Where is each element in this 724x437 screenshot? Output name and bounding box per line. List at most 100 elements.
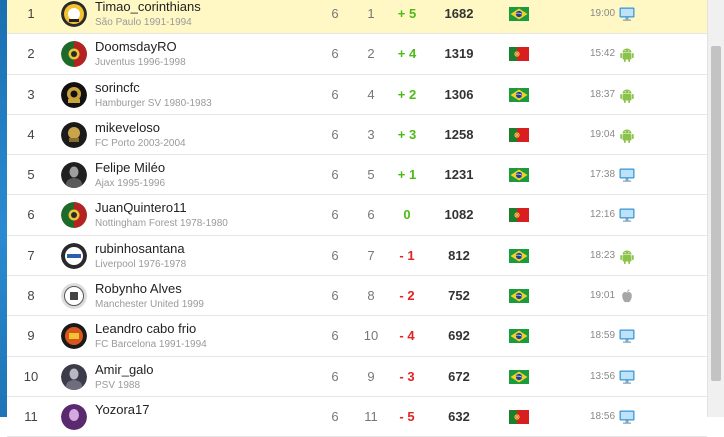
points: 1319 [444,46,474,62]
ranking-row-9[interactable]: 9 Leandro cabo frio FC Barcelona 1991-19… [7,316,707,357]
club-season: Hamburger SV 1980-1983 [95,97,212,109]
brazil-flag-icon [509,7,529,21]
desktop-icon [618,166,636,184]
position-change: - 4 [399,328,415,344]
rank-number: 5 [27,167,35,183]
last-seen-time: 12:16 [590,209,616,221]
position-value: 7 [367,247,375,263]
position-value: 2 [367,46,375,62]
ranking-row-3[interactable]: 3 sorincfc Hamburger SV 1980-1983 6 4 + … [7,75,707,115]
points: 692 [448,328,470,344]
player-name[interactable]: Amir_galo [95,362,154,377]
desktop-icon [618,206,636,224]
club-season: Ajax 1995-1996 [95,178,166,190]
games-played: 6 [331,86,339,102]
ranking-row-8[interactable]: 8 Robynho Alves Manchester United 1999 6… [7,276,707,317]
club-season: FC Porto 2003-2004 [95,137,186,149]
player-name[interactable]: Timao_corinthians [95,0,201,14]
last-seen-time: 13:56 [590,370,616,382]
ranking-row-4[interactable]: 4 mikeveloso FC Porto 2003-2004 6 3 + 3 … [7,115,707,156]
page-background-edge [0,0,7,417]
player-name[interactable]: rubinhosantana [95,241,185,256]
position-value: 9 [367,368,375,384]
points: 1231 [444,167,474,183]
player-name[interactable]: Robynho Alves [95,281,182,296]
ranking-row-1[interactable]: 1 Timao_corinthians São Paulo 1991-1994 … [7,0,707,35]
portugal-flag-icon [509,127,529,142]
android-icon [618,126,636,144]
position-change: 0 [403,207,411,223]
desktop-icon [618,368,636,386]
rank-number: 7 [27,247,35,263]
club-season: Juventus 1996-1998 [95,57,186,69]
position-value: 4 [367,86,375,102]
avatar[interactable] [61,283,87,310]
desktop-icon [618,5,636,23]
games-played: 6 [331,288,339,304]
brazil-flag-icon [509,168,529,183]
last-seen-time: 18:59 [590,330,616,342]
last-seen-time: 15:42 [590,48,616,60]
brazil-flag-icon [509,369,529,384]
rank-number: 8 [27,288,35,304]
avatar[interactable] [61,162,87,189]
brazil-flag-icon [509,248,529,263]
avatar[interactable] [61,363,87,390]
position-change: + 5 [397,6,417,21]
avatar[interactable] [61,1,87,27]
last-seen-time: 19:00 [590,8,616,19]
player-name[interactable]: Felipe Miléo [95,160,165,175]
position-value: 1 [367,6,375,21]
games-played: 6 [331,46,339,62]
ranking-row-6[interactable]: 6 JuanQuintero11 Nottingham Forest 1978-… [7,195,707,236]
android-icon [618,86,636,104]
apple-icon [618,287,636,305]
games-played: 6 [331,207,339,223]
club-season: FC Barcelona 1991-1994 [95,339,207,351]
scrollbar-thumb[interactable] [711,46,721,381]
avatar[interactable] [61,323,87,350]
avatar[interactable] [61,81,87,108]
rank-number: 2 [27,46,35,62]
position-change: - 1 [399,247,415,263]
avatar[interactable] [61,202,87,229]
position-change: + 2 [397,86,417,102]
player-name[interactable]: JuanQuintero11 [95,200,187,215]
position-value: 6 [367,207,375,223]
games-played: 6 [331,6,339,21]
brazil-flag-icon [509,329,529,344]
ranking-row-5[interactable]: 5 Felipe Miléo Ajax 1995-1996 6 5 + 1 12… [7,155,707,196]
position-change: + 1 [397,167,417,183]
rank-number: 10 [23,368,39,384]
rank-number: 1 [27,6,35,21]
last-seen-time: 19:01 [590,290,616,302]
position-value: 8 [367,288,375,304]
ranking-row-2[interactable]: 2 DoomsdayRO Juventus 1996-1998 6 2 + 4 … [7,34,707,75]
position-change: - 3 [399,368,415,384]
player-name[interactable]: Leandro cabo frio [95,321,196,336]
player-name[interactable]: Yozora17 [95,402,149,417]
points: 812 [448,247,470,263]
avatar[interactable] [61,41,87,68]
position-change: + 4 [397,46,417,62]
brazil-flag-icon [509,289,529,304]
player-name[interactable]: mikeveloso [95,120,160,135]
desktop-icon [618,327,636,345]
position-value: 5 [367,167,375,183]
points: 1306 [444,86,474,102]
ranking-row-10[interactable]: 10 Amir_galo PSV 1988 6 9 - 3 672 13:56 [7,357,707,397]
avatar[interactable] [61,121,87,148]
ranking-table: 1 Timao_corinthians São Paulo 1991-1994 … [7,0,707,437]
last-seen-time: 18:23 [590,249,616,261]
scrollbar[interactable] [707,0,724,417]
rank-number: 3 [27,86,35,102]
games-played: 6 [331,328,339,344]
points: 752 [448,288,470,304]
club-season: Manchester United 1999 [95,299,204,311]
club-season: Liverpool 1976-1978 [95,258,187,270]
player-name[interactable]: sorincfc [95,80,140,95]
points: 1682 [444,6,474,21]
player-name[interactable]: DoomsdayRO [95,39,177,54]
ranking-row-7[interactable]: 7 rubinhosantana Liverpool 1976-1978 6 7… [7,236,707,277]
avatar[interactable] [61,242,87,269]
